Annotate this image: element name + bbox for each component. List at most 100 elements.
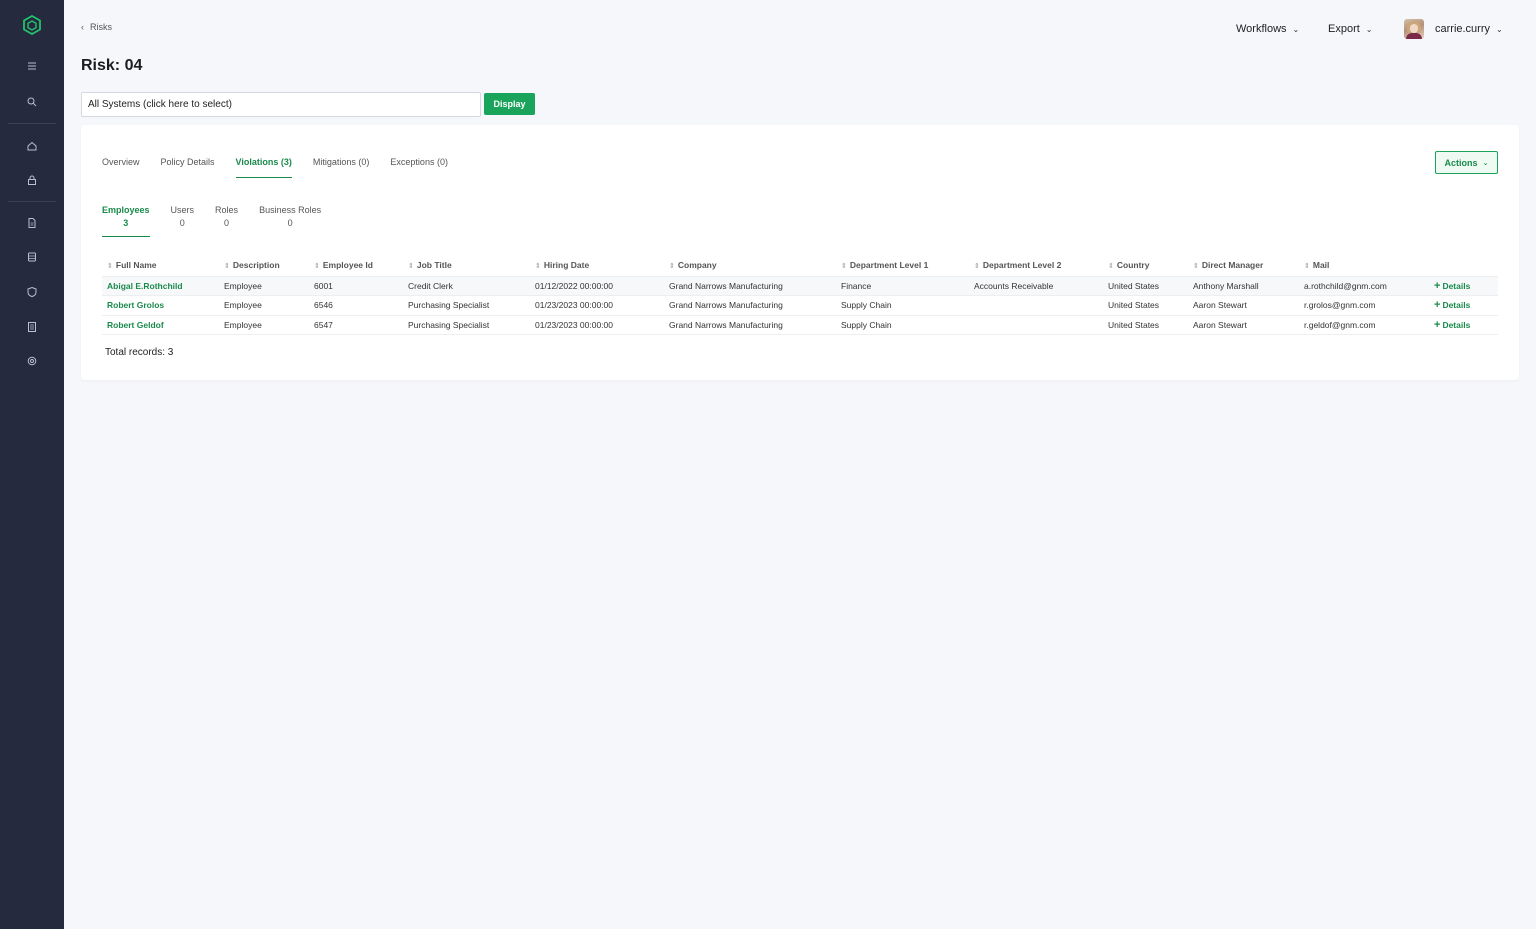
page-title: Risk: 04 — [81, 57, 143, 74]
column-header[interactable]: ⇕ Department Level 2 — [969, 255, 1103, 277]
table-cell: Employee — [219, 295, 309, 316]
details-cell: + Details — [1429, 295, 1498, 316]
sort-icon: ⇕ — [1304, 263, 1310, 271]
plus-icon: + — [1434, 299, 1441, 312]
column-header[interactable]: ⇕ Description — [219, 255, 309, 277]
full-name-link[interactable]: Robert Grolos — [102, 295, 219, 316]
subtab-count: 0 — [179, 218, 185, 228]
home-icon[interactable] — [26, 140, 38, 152]
table-row[interactable]: Robert Geldof Employee 6547 Purchasing S… — [102, 315, 1498, 335]
search-icon[interactable] — [26, 96, 38, 108]
column-header[interactable]: ⇕ Direct Manager — [1188, 255, 1299, 277]
subtab-count: 0 — [287, 218, 293, 228]
total-records: Total records: 3 — [105, 347, 174, 358]
column-header[interactable]: ⇕ Full Name — [102, 255, 219, 277]
table-cell: r.grolos@gnm.com — [1299, 295, 1429, 316]
sort-icon: ⇕ — [974, 263, 980, 271]
tab-overview[interactable]: Overview — [102, 157, 140, 178]
shield-icon[interactable] — [26, 286, 38, 298]
table-cell: Purchasing Specialist — [403, 315, 530, 335]
table-cell: Supply Chain — [836, 315, 969, 335]
sidebar-divider — [8, 123, 56, 124]
table-cell: 6001 — [309, 276, 403, 296]
table-cell: United States — [1103, 315, 1188, 335]
column-header[interactable]: ⇕ Hiring Date — [530, 255, 664, 277]
table-cell: Anthony Marshall — [1188, 276, 1299, 296]
full-name-link[interactable]: Abigal E.Rothchild — [102, 276, 219, 296]
details-link[interactable]: + Details — [1434, 280, 1470, 292]
column-header[interactable]: ⇕ Job Title — [403, 255, 530, 277]
sort-icon: ⇕ — [1193, 263, 1199, 271]
logo-icon[interactable] — [22, 14, 42, 36]
subtab-employees[interactable]: Employees 3 — [102, 205, 150, 237]
table-row[interactable]: Abigal E.Rothchild Employee 6001 Credit … — [102, 276, 1498, 296]
tab-exceptions[interactable]: Exceptions (0) — [390, 157, 448, 178]
column-header[interactable]: ⇕ Department Level 1 — [836, 255, 969, 277]
table-cell: Supply Chain — [836, 295, 969, 316]
sort-icon: ⇕ — [1108, 263, 1114, 271]
sort-icon: ⇕ — [408, 263, 414, 271]
table-cell: Aaron Stewart — [1188, 295, 1299, 316]
subtab-business-roles[interactable]: Business Roles 0 — [259, 205, 321, 237]
tab-violations[interactable]: Violations (3) — [235, 157, 292, 178]
user-name: carrie.curry — [1435, 23, 1491, 35]
chevron-down-icon: ⌄ — [1496, 24, 1503, 34]
document-icon[interactable] — [26, 217, 38, 229]
table-cell: Finance — [836, 276, 969, 296]
table-cell: Grand Narrows Manufacturing — [664, 276, 836, 296]
sort-icon: ⇕ — [107, 263, 113, 271]
subtab-bar: Employees 3 Users 0 Roles 0 Business Rol… — [102, 205, 342, 237]
system-select-input[interactable] — [81, 92, 481, 117]
column-header[interactable]: ⇕ Country — [1103, 255, 1188, 277]
table-cell: Purchasing Specialist — [403, 295, 530, 316]
table-cell: 6546 — [309, 295, 403, 316]
sort-icon: ⇕ — [841, 263, 847, 271]
avatar[interactable] — [1404, 19, 1424, 39]
user-menu[interactable]: carrie.curry ⌄ — [1435, 20, 1503, 38]
table-cell: Aaron Stewart — [1188, 315, 1299, 335]
table-cell: United States — [1103, 276, 1188, 296]
breadcrumb-risks[interactable]: Risks — [90, 22, 112, 32]
table-cell: r.geldof@gnm.com — [1299, 315, 1429, 335]
column-header[interactable]: ⇕ Employee Id — [309, 255, 403, 277]
report-icon[interactable] — [26, 321, 38, 333]
table-cell: 01/23/2023 00:00:00 — [530, 315, 664, 335]
tab-policy-details[interactable]: Policy Details — [161, 157, 215, 178]
database-icon[interactable] — [26, 251, 38, 263]
chevron-left-icon: ‹ — [81, 22, 84, 32]
column-header[interactable]: ⇕ Mail — [1299, 255, 1429, 277]
actions-button[interactable]: Actions ⌄ — [1435, 151, 1498, 174]
subtab-users[interactable]: Users 0 — [171, 205, 195, 237]
export-menu[interactable]: Export ⌄ — [1328, 20, 1373, 38]
table-cell: 01/23/2023 00:00:00 — [530, 295, 664, 316]
details-cell: + Details — [1429, 276, 1498, 296]
workflows-label: Workflows — [1236, 23, 1287, 35]
employees-table: ⇕ Full Name ⇕ Description ⇕ Employee Id ⇕ Jo… — [102, 255, 1498, 335]
full-name-link[interactable]: Robert Geldof — [102, 315, 219, 335]
table-cell: 01/12/2022 00:00:00 — [530, 276, 664, 296]
tab-mitigations[interactable]: Mitigations (0) — [313, 157, 370, 178]
workflows-menu[interactable]: Workflows ⌄ — [1236, 20, 1299, 38]
settings-icon[interactable] — [26, 355, 38, 367]
subtab-label: Business Roles — [259, 205, 322, 215]
display-button[interactable]: Display — [484, 93, 535, 115]
table-row[interactable]: Robert Grolos Employee 6546 Purchasing S… — [102, 295, 1498, 316]
export-label: Export — [1328, 23, 1360, 35]
sort-icon: ⇕ — [224, 263, 230, 271]
chevron-down-icon: ⌄ — [1482, 159, 1489, 167]
sidebar — [0, 0, 64, 929]
plus-icon: + — [1434, 318, 1441, 331]
sort-icon: ⇕ — [535, 263, 541, 271]
breadcrumb[interactable]: ‹ Risks — [81, 22, 112, 32]
menu-icon[interactable] — [26, 60, 38, 72]
details-link[interactable]: + Details — [1434, 318, 1470, 331]
actions-label: Actions — [1444, 157, 1478, 168]
details-link[interactable]: + Details — [1434, 299, 1470, 312]
lock-icon[interactable] — [26, 174, 38, 186]
table-cell: Accounts Receivable — [969, 276, 1103, 296]
tab-bar: Overview Policy Details Violations (3) M… — [102, 157, 469, 178]
subtab-roles[interactable]: Roles 0 — [215, 205, 238, 237]
sidebar-divider — [8, 201, 56, 202]
subtab-label: Users — [170, 205, 195, 215]
column-header[interactable]: ⇕ Company — [664, 255, 836, 277]
